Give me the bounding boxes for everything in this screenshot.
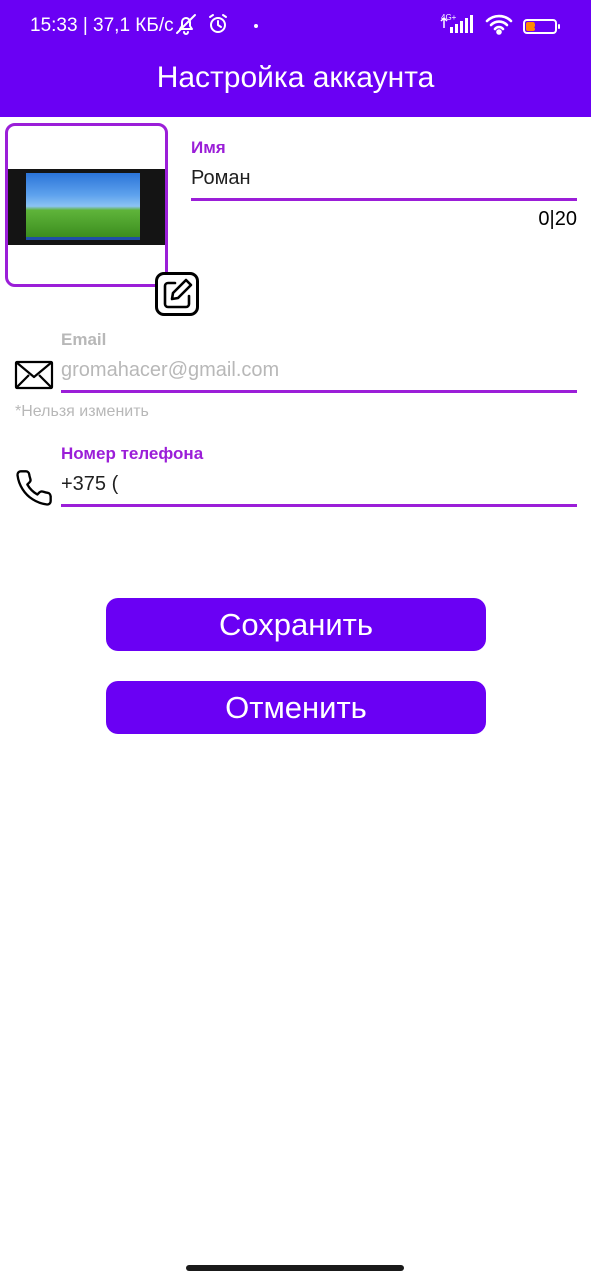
email-helper-text: *Нельзя изменить bbox=[15, 403, 149, 420]
phone-input[interactable]: +375 ( bbox=[61, 471, 118, 497]
edit-avatar-button[interactable] bbox=[155, 272, 199, 316]
avatar-image[interactable] bbox=[5, 123, 168, 287]
alarm-icon bbox=[206, 12, 230, 41]
battery-level: 30 bbox=[533, 19, 547, 32]
signal-icon bbox=[439, 13, 475, 40]
avatar-photo-screen bbox=[26, 173, 140, 237]
mail-icon bbox=[14, 360, 54, 395]
email-underline bbox=[61, 390, 577, 393]
email-field: gromahacer@gmail.com bbox=[61, 359, 280, 381]
home-indicator[interactable] bbox=[186, 1265, 404, 1271]
save-button[interactable]: Сохранить bbox=[106, 598, 486, 651]
status-time: 15:33 | 37,1 КБ/с bbox=[30, 15, 174, 36]
wifi-icon bbox=[485, 13, 513, 40]
status-icons-left bbox=[174, 13, 258, 39]
battery-icon: 30 bbox=[523, 18, 560, 34]
name-underline bbox=[191, 198, 577, 201]
email-label: Email bbox=[61, 330, 107, 349]
cancel-button[interactable]: Отменить bbox=[106, 681, 486, 734]
avatar-photo bbox=[8, 169, 165, 245]
avatar-photo-taskbar bbox=[26, 237, 140, 240]
phone-label: Номер телефона bbox=[61, 444, 204, 463]
edit-icon bbox=[163, 278, 193, 309]
battery-cap bbox=[558, 23, 560, 29]
app-header: 15:33 | 37,1 КБ/с 4G+ 30 Настройка аккау… bbox=[0, 0, 591, 117]
bell-off-icon bbox=[174, 12, 198, 41]
name-input[interactable]: Роман bbox=[191, 165, 251, 191]
status-icons-right: 30 bbox=[439, 12, 560, 40]
account-settings-screen: 15:33 | 37,1 КБ/с 4G+ 30 Настройка аккау… bbox=[0, 0, 591, 1280]
name-char-counter: 0|20 bbox=[538, 208, 577, 230]
phone-icon bbox=[14, 468, 54, 513]
page-title: Настройка аккаунта bbox=[156, 61, 435, 94]
name-label: Имя bbox=[191, 138, 226, 157]
notification-dot-icon bbox=[254, 24, 258, 28]
phone-underline bbox=[61, 504, 577, 507]
